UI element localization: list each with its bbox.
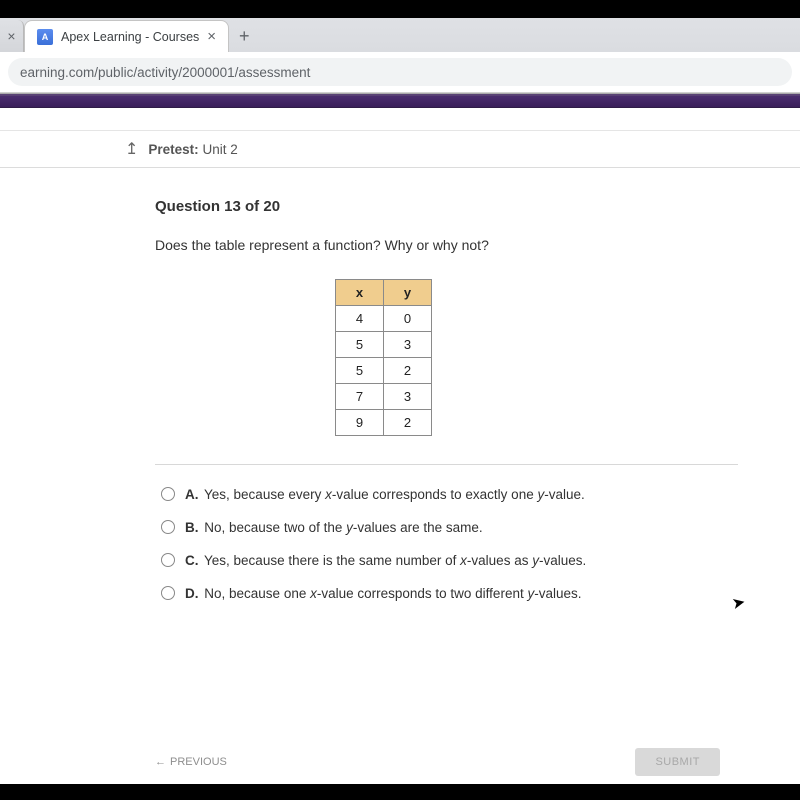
prev-tab-close[interactable]: × — [0, 20, 24, 52]
radio-b[interactable] — [161, 520, 175, 534]
answer-options: A. Yes, because every x-value correspond… — [161, 485, 800, 601]
arrow-left-icon: ← — [155, 756, 166, 768]
option-a[interactable]: A. Yes, because every x-value correspond… — [161, 485, 800, 502]
table-row: 92 — [336, 410, 432, 436]
back-arrow-icon[interactable]: ↥ — [125, 139, 138, 159]
active-tab[interactable]: A Apex Learning - Courses × — [24, 20, 229, 52]
footer-nav: ← PREVIOUS SUBMIT — [155, 748, 720, 776]
browser-chrome: × A Apex Learning - Courses × + earning.… — [0, 18, 800, 94]
option-d[interactable]: D. No, because one x-value corresponds t… — [161, 584, 800, 601]
radio-c[interactable] — [161, 553, 175, 567]
blank-strip — [0, 108, 800, 130]
close-tab-icon[interactable]: × — [207, 29, 216, 44]
table-row: 73 — [336, 384, 432, 410]
function-table: x y 40 53 52 73 92 — [335, 279, 432, 436]
option-b[interactable]: B. No, because two of the y-values are t… — [161, 518, 800, 535]
option-c[interactable]: C. Yes, because there is the same number… — [161, 551, 800, 568]
pretest-toolbar: ↥ Pretest: Unit 2 — [0, 130, 800, 168]
apex-favicon-icon: A — [37, 29, 53, 45]
table-row: 52 — [336, 358, 432, 384]
new-tab-button[interactable]: + — [229, 20, 260, 52]
divider — [155, 464, 738, 465]
radio-a[interactable] — [161, 487, 175, 501]
radio-d[interactable] — [161, 586, 175, 600]
tab-bar: × A Apex Learning - Courses × + — [0, 18, 800, 52]
tab-title: Apex Learning - Courses — [61, 30, 199, 44]
previous-button[interactable]: ← PREVIOUS — [155, 756, 227, 768]
question-text: Does the table represent a function? Why… — [155, 237, 800, 253]
content-area: Question 13 of 20 Does the table represe… — [0, 168, 800, 784]
pretest-label: Pretest: Unit 2 — [148, 142, 237, 157]
table-row: 53 — [336, 332, 432, 358]
table-header-y: y — [384, 280, 432, 306]
url-text: earning.com/public/activity/2000001/asse… — [20, 65, 310, 80]
question-header: Question 13 of 20 — [155, 198, 800, 215]
address-bar[interactable]: earning.com/public/activity/2000001/asse… — [8, 58, 792, 86]
table-row: 40 — [336, 306, 432, 332]
table-header-x: x — [336, 280, 384, 306]
submit-button[interactable]: SUBMIT — [635, 748, 720, 776]
theme-strip — [0, 94, 800, 108]
address-bar-wrap: earning.com/public/activity/2000001/asse… — [0, 52, 800, 93]
